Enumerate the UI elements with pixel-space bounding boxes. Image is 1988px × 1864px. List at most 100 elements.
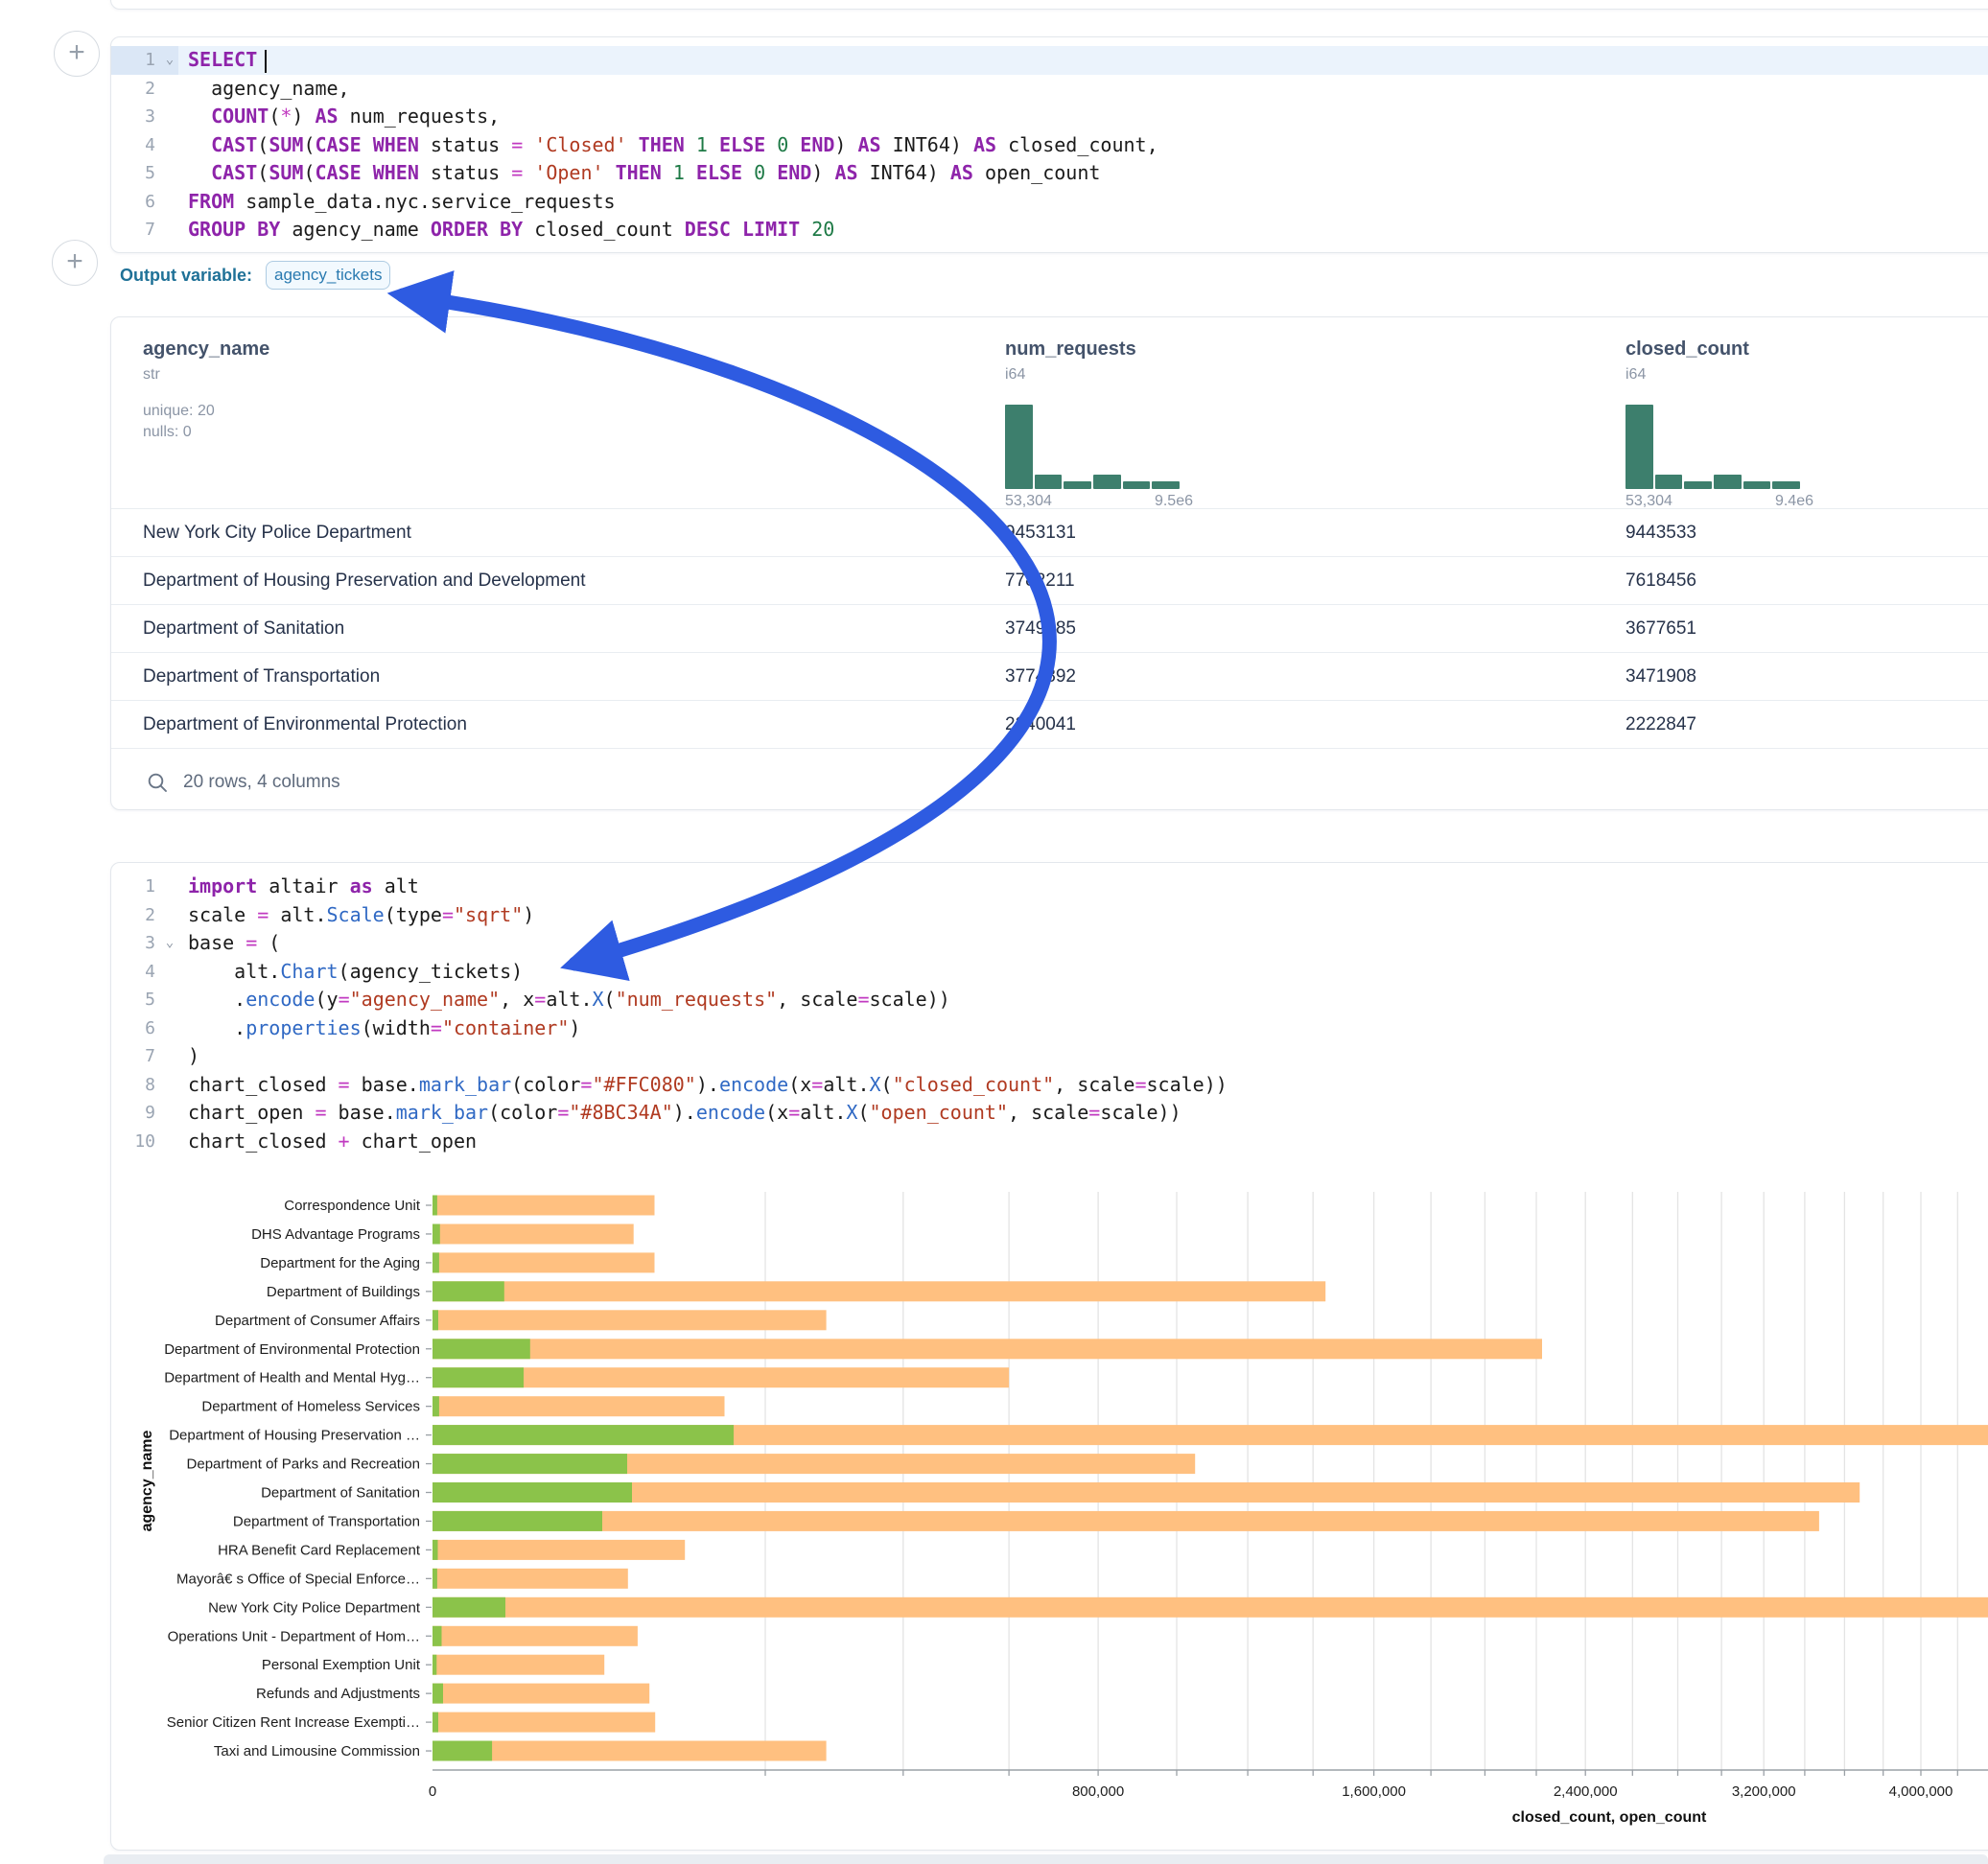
bar-closed — [433, 1655, 604, 1675]
code-token: * — [280, 105, 292, 128]
code-line-3[interactable]: 3 COUNT(*) AS num_requests, — [111, 103, 1988, 131]
table-row[interactable]: Department of Sanitation37494853677651 — [111, 604, 1988, 652]
code-token: (color — [511, 1073, 580, 1096]
code-token: num_requests, — [339, 105, 501, 128]
code-token: ). — [696, 1073, 719, 1096]
code-line-2[interactable]: 2 agency_name, — [111, 75, 1988, 104]
column-header-num_requests[interactable]: num_requests i64 53,304 9.5e6 — [1005, 338, 1625, 510]
bar-closed — [433, 1482, 1859, 1503]
table-row[interactable]: Department of Housing Preservation and D… — [111, 556, 1988, 604]
line-gutter: 8 — [111, 1071, 178, 1100]
code-token: open_count — [973, 161, 1100, 184]
code-token: import — [188, 874, 257, 897]
code-line-6[interactable]: 6 .properties(width="container") — [111, 1014, 1988, 1043]
bar-closed — [433, 1626, 638, 1646]
code-token: GROUP BY — [188, 218, 280, 241]
bar-open — [433, 1252, 439, 1272]
code-token — [800, 218, 811, 241]
bar-open — [433, 1310, 438, 1330]
code-line-5[interactable]: 5 .encode(y="agency_name", x=alt.X("num_… — [111, 986, 1988, 1014]
code-tokens: chart_open = base.mark_bar(color="#8BC34… — [178, 1099, 1181, 1128]
bar-closed — [433, 1713, 655, 1733]
category-label: Department of Housing Preservation … — [169, 1428, 420, 1444]
bar-closed — [433, 1310, 827, 1330]
sql-editor[interactable]: 1⌄SELECT2 agency_name,3 COUNT(*) AS num_… — [111, 37, 1988, 245]
sql-cell-card: 1⌄SELECT2 agency_name,3 COUNT(*) AS num_… — [110, 36, 1988, 253]
line-number: 5 — [111, 159, 161, 188]
bar-closed — [433, 1252, 655, 1272]
code-token: SELECT — [188, 48, 257, 71]
code-token: ( — [604, 988, 616, 1011]
code-token: = — [246, 931, 257, 954]
table-cell: 3677651 — [1625, 618, 1988, 640]
line-gutter: 6 — [111, 188, 178, 217]
code-token: ( — [269, 105, 280, 128]
table-row[interactable]: New York City Police Department945313194… — [111, 508, 1988, 556]
table-row[interactable]: Department of Transportation377489234719… — [111, 652, 1988, 700]
table-cell: 9443533 — [1625, 523, 1988, 544]
code-line-9[interactable]: 9 chart_open = base.mark_bar(color="#8BC3… — [111, 1099, 1988, 1128]
output-variable-pill[interactable]: agency_tickets — [266, 261, 390, 290]
code-line-2[interactable]: 2scale = alt.Scale(type="sqrt") — [111, 901, 1988, 930]
row-count-label: 20 rows, 4 columns — [183, 772, 340, 793]
line-number: 7 — [111, 216, 161, 245]
code-line-1[interactable]: 1import altair as alt — [111, 873, 1988, 901]
code-line-6[interactable]: 6FROM sample_data.nyc.service_requests — [111, 188, 1988, 217]
code-line-1[interactable]: 1⌄ SELECT — [111, 46, 1988, 75]
code-line-3[interactable]: 3⌄base = ( — [111, 929, 1988, 958]
code-token: ( — [257, 133, 269, 156]
code-token — [685, 133, 696, 156]
code-token: (y — [315, 988, 338, 1011]
histogram-bar — [1123, 481, 1151, 489]
code-token: ( — [257, 161, 269, 184]
column-header-closed_count[interactable]: closed_count i64 53,304 9.4e6 — [1625, 338, 1988, 510]
line-number: 1 — [111, 46, 161, 75]
code-token: scale — [188, 903, 257, 926]
category-label: Operations Unit - Department of Hom… — [168, 1628, 420, 1644]
bar-open — [433, 1367, 524, 1387]
fold-chevron-icon[interactable]: ⌄ — [161, 929, 178, 958]
code-token — [523, 161, 534, 184]
code-token: base. — [327, 1101, 396, 1124]
column-stat: unique: 20 — [143, 403, 1005, 420]
code-token: 0 — [777, 133, 788, 156]
next-cell-edge — [104, 1854, 1988, 1864]
code-token: base — [188, 931, 246, 954]
code-line-7[interactable]: 7) — [111, 1042, 1988, 1071]
line-number: 1 — [111, 873, 161, 901]
bar-open — [433, 1626, 442, 1646]
line-number: 9 — [111, 1099, 161, 1128]
table-row[interactable]: Department of Environmental Protection22… — [111, 700, 1988, 748]
search-icon[interactable] — [147, 772, 169, 794]
column-header-agency_name[interactable]: agency_name strunique: 20nulls: 0 — [143, 338, 1005, 510]
code-token: ). — [673, 1101, 696, 1124]
code-token — [765, 133, 777, 156]
code-token: 1 — [696, 133, 708, 156]
code-line-4[interactable]: 4 alt.Chart(agency_tickets) — [111, 958, 1988, 987]
code-token: scale)) — [870, 988, 950, 1011]
code-line-8[interactable]: 8chart_closed = base.mark_bar(color="#FF… — [111, 1071, 1988, 1100]
code-line-4[interactable]: 4 CAST(SUM(CASE WHEN status = 'Closed' T… — [111, 131, 1988, 160]
category-label: DHS Advantage Programs — [251, 1226, 420, 1243]
bar-open — [433, 1511, 602, 1531]
line-number: 4 — [111, 958, 161, 987]
python-editor[interactable]: 1import altair as alt2scale = alt.Scale(… — [111, 863, 1988, 1155]
code-token — [708, 133, 719, 156]
code-token: ( — [303, 133, 315, 156]
code-tokens: agency_name, — [178, 75, 350, 104]
line-number: 3 — [111, 103, 161, 131]
code-token: alt. — [823, 1073, 869, 1096]
code-line-5[interactable]: 5 CAST(SUM(CASE WHEN status = 'Open' THE… — [111, 159, 1988, 188]
code-line-10[interactable]: 10chart_closed + chart_open — [111, 1128, 1988, 1156]
bar-open — [433, 1741, 492, 1761]
code-tokens: CAST(SUM(CASE WHEN status = 'Closed' THE… — [178, 131, 1158, 160]
code-token: alt. — [800, 1101, 846, 1124]
previous-cell-edge — [110, 0, 1988, 10]
add-cell-button[interactable]: + — [54, 31, 100, 77]
code-token: , scale — [1054, 1073, 1134, 1096]
add-cell-button[interactable]: + — [52, 240, 98, 286]
fold-chevron-icon[interactable]: ⌄ — [161, 46, 178, 75]
x-tick-label: 1,600,000 — [1342, 1783, 1406, 1800]
code-line-7[interactable]: 7GROUP BY agency_name ORDER BY closed_co… — [111, 216, 1988, 245]
table-cell: 9453131 — [1005, 523, 1625, 544]
